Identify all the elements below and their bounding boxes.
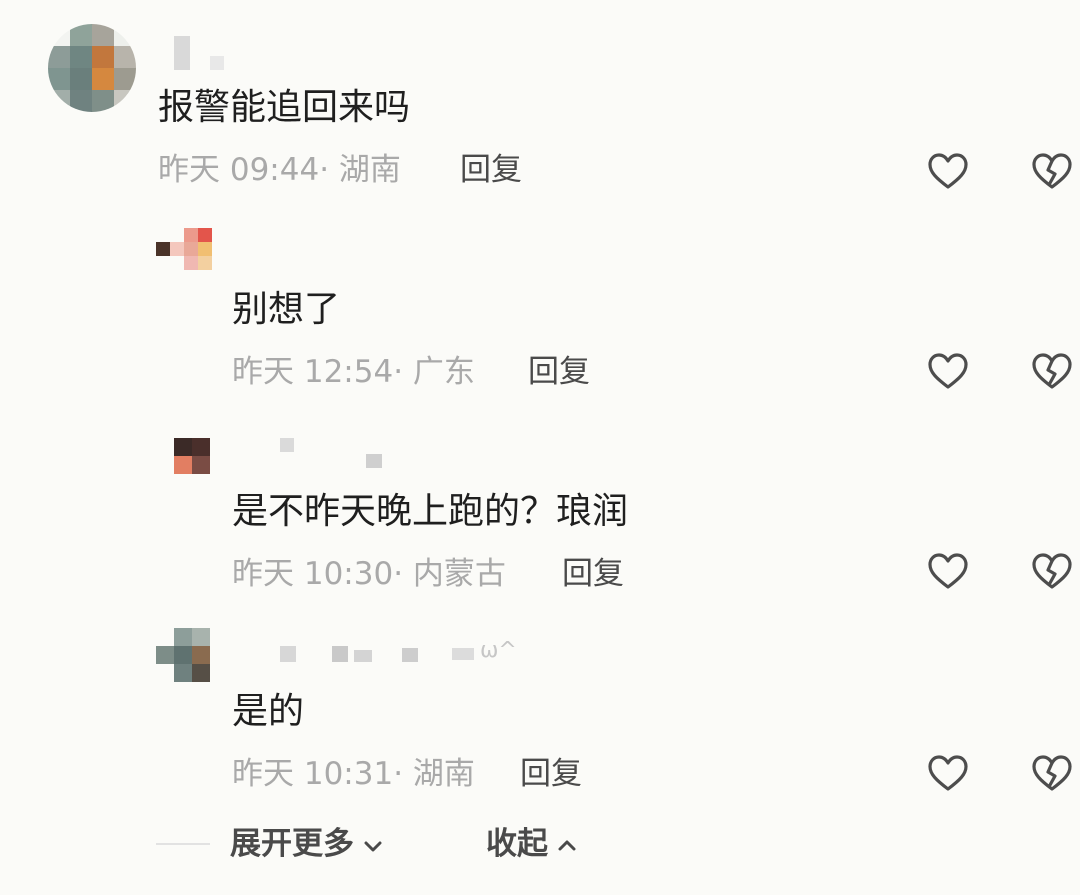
comment-text: 报警能追回来吗 — [158, 87, 411, 128]
dislike-broken-heart-icon[interactable] — [1030, 550, 1074, 594]
avatar[interactable] — [156, 628, 210, 682]
comment-location: 湖南 — [338, 152, 401, 188]
reply-button[interactable]: 回复 — [562, 554, 624, 594]
comment-time: 昨天 10:31 — [232, 756, 394, 792]
avatar[interactable] — [48, 24, 136, 112]
comment-thread: 报警能追回来吗 昨天 09:44· 湖南 回复 别想了 昨天 12:54· 广东… — [0, 0, 1080, 895]
reply-button[interactable]: 回复 — [528, 352, 590, 392]
comment-meta: 昨天 12:54· 广东 — [232, 354, 475, 390]
comment-meta: 昨天 10:30· 内蒙古 — [232, 556, 506, 592]
expand-more-button[interactable]: 展开更多 — [230, 824, 384, 864]
expand-more-label: 展开更多 — [230, 826, 354, 862]
dislike-broken-heart-icon[interactable] — [1030, 150, 1074, 194]
avatar[interactable] — [156, 228, 212, 270]
avatar[interactable] — [174, 438, 210, 474]
reply-button[interactable]: 回复 — [460, 150, 522, 190]
comment-text: 是的 — [232, 691, 305, 732]
like-heart-icon[interactable] — [926, 752, 970, 796]
like-heart-icon[interactable] — [926, 350, 970, 394]
reply-button[interactable]: 回复 — [520, 754, 582, 794]
dislike-broken-heart-icon[interactable] — [1030, 350, 1074, 394]
dislike-broken-heart-icon[interactable] — [1030, 752, 1074, 796]
comment-time: 昨天 10:30 — [232, 556, 394, 592]
comment-meta: 昨天 09:44· 湖南 — [158, 152, 401, 188]
comment-time: 昨天 09:44 — [158, 152, 320, 188]
comment-time: 昨天 12:54 — [232, 354, 394, 390]
comment-meta: 昨天 10:31· 湖南 — [232, 756, 475, 792]
collapse-button[interactable]: 收起 — [486, 824, 578, 864]
comment-text: 是不昨天晚上跑的？琅润 — [232, 491, 629, 532]
comment-text: 别想了 — [232, 289, 341, 330]
comment-location: 广东 — [412, 354, 475, 390]
comment-location: 内蒙古 — [412, 556, 506, 592]
chevron-up-icon — [556, 835, 578, 857]
chevron-down-icon — [362, 835, 384, 857]
divider — [156, 843, 210, 845]
like-heart-icon[interactable] — [926, 150, 970, 194]
collapse-label: 收起 — [486, 826, 548, 862]
like-heart-icon[interactable] — [926, 550, 970, 594]
comment-location: 湖南 — [412, 756, 475, 792]
